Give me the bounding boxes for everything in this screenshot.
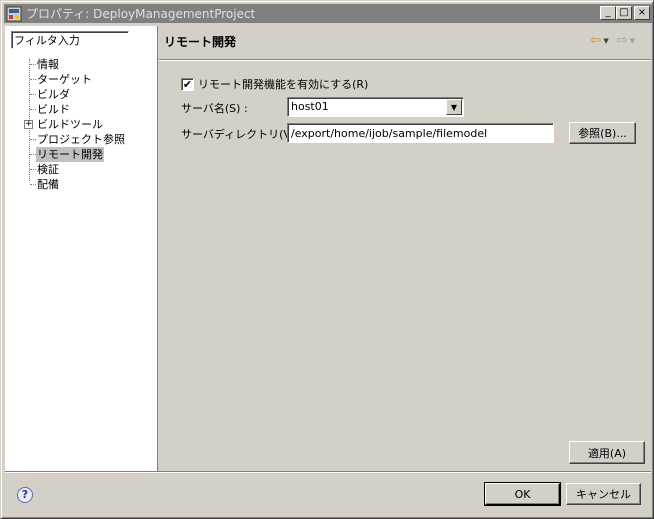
filter-input[interactable]: [11, 31, 129, 49]
app-icon: [6, 6, 22, 22]
back-arrow-icon[interactable]: ⇦: [590, 34, 601, 47]
title-bar[interactable]: プロパティ: DeployManagementProject _ □ ×: [4, 4, 652, 23]
browse-button[interactable]: 参照(B)...: [569, 122, 636, 144]
forward-menu-icon[interactable]: ▼: [630, 37, 635, 45]
window-title: プロパティ: DeployManagementProject: [26, 7, 256, 21]
close-button[interactable]: ×: [634, 6, 650, 20]
cancel-button[interactable]: キャンセル: [566, 483, 641, 505]
server-directory-input[interactable]: [287, 123, 554, 143]
enable-remote-dev-option[interactable]: ✔ リモート開発機能を有効にする(R): [181, 76, 368, 92]
page-title: リモート開発: [164, 35, 237, 49]
enable-remote-dev-checkbox[interactable]: ✔: [181, 77, 194, 91]
properties-dialog: プロパティ: DeployManagementProject _ □ × 情報 …: [0, 0, 654, 519]
forward-arrow-icon[interactable]: ⇨: [617, 34, 628, 47]
expand-icon[interactable]: +: [24, 120, 33, 129]
tree-item-remote-development[interactable]: リモート開発: [36, 147, 104, 162]
page-pane: リモート開発 ⇦ ▼ ⇨ ▼ ✔ リモート開発機能を有効にする(R) サーバ名(…: [159, 26, 651, 471]
tree-item-info[interactable]: 情報: [36, 57, 60, 72]
history-nav: ⇦ ▼ ⇨ ▼: [590, 34, 641, 47]
tree-item-project-references[interactable]: プロジェクト参照: [36, 132, 126, 147]
footer-separator: [5, 471, 651, 473]
back-menu-icon[interactable]: ▼: [603, 37, 608, 45]
maximize-button[interactable]: □: [616, 6, 632, 20]
tree-item-builder[interactable]: ビルダ: [36, 87, 71, 102]
server-name-label: サーバ名(S) :: [181, 102, 248, 115]
tree-item-target[interactable]: ターゲット: [36, 72, 93, 87]
tree-item-validation[interactable]: 検証: [36, 162, 60, 177]
enable-remote-dev-label: リモート開発機能を有効にする(R): [198, 78, 369, 91]
apply-button[interactable]: 適用(A): [569, 441, 645, 464]
minimize-button[interactable]: _: [600, 6, 616, 20]
tree-item-build-tools[interactable]: ビルドツール: [36, 117, 104, 132]
help-icon[interactable]: ?: [17, 487, 33, 503]
ok-button[interactable]: OK: [485, 483, 560, 505]
server-name-select[interactable]: host01 ▼: [287, 97, 464, 117]
title-separator: [159, 59, 651, 61]
tree-item-deploy[interactable]: 配備: [36, 177, 60, 192]
server-name-value: host01: [291, 100, 329, 113]
dropdown-arrow-icon[interactable]: ▼: [446, 99, 462, 115]
server-directory-label: サーバディレクトリ(V) :: [181, 128, 303, 141]
tree-item-build[interactable]: ビルド: [36, 102, 71, 117]
category-pane: 情報 ターゲット ビルダ ビルド + ビルドツール プロジェクト参照 リモート開…: [5, 26, 158, 471]
